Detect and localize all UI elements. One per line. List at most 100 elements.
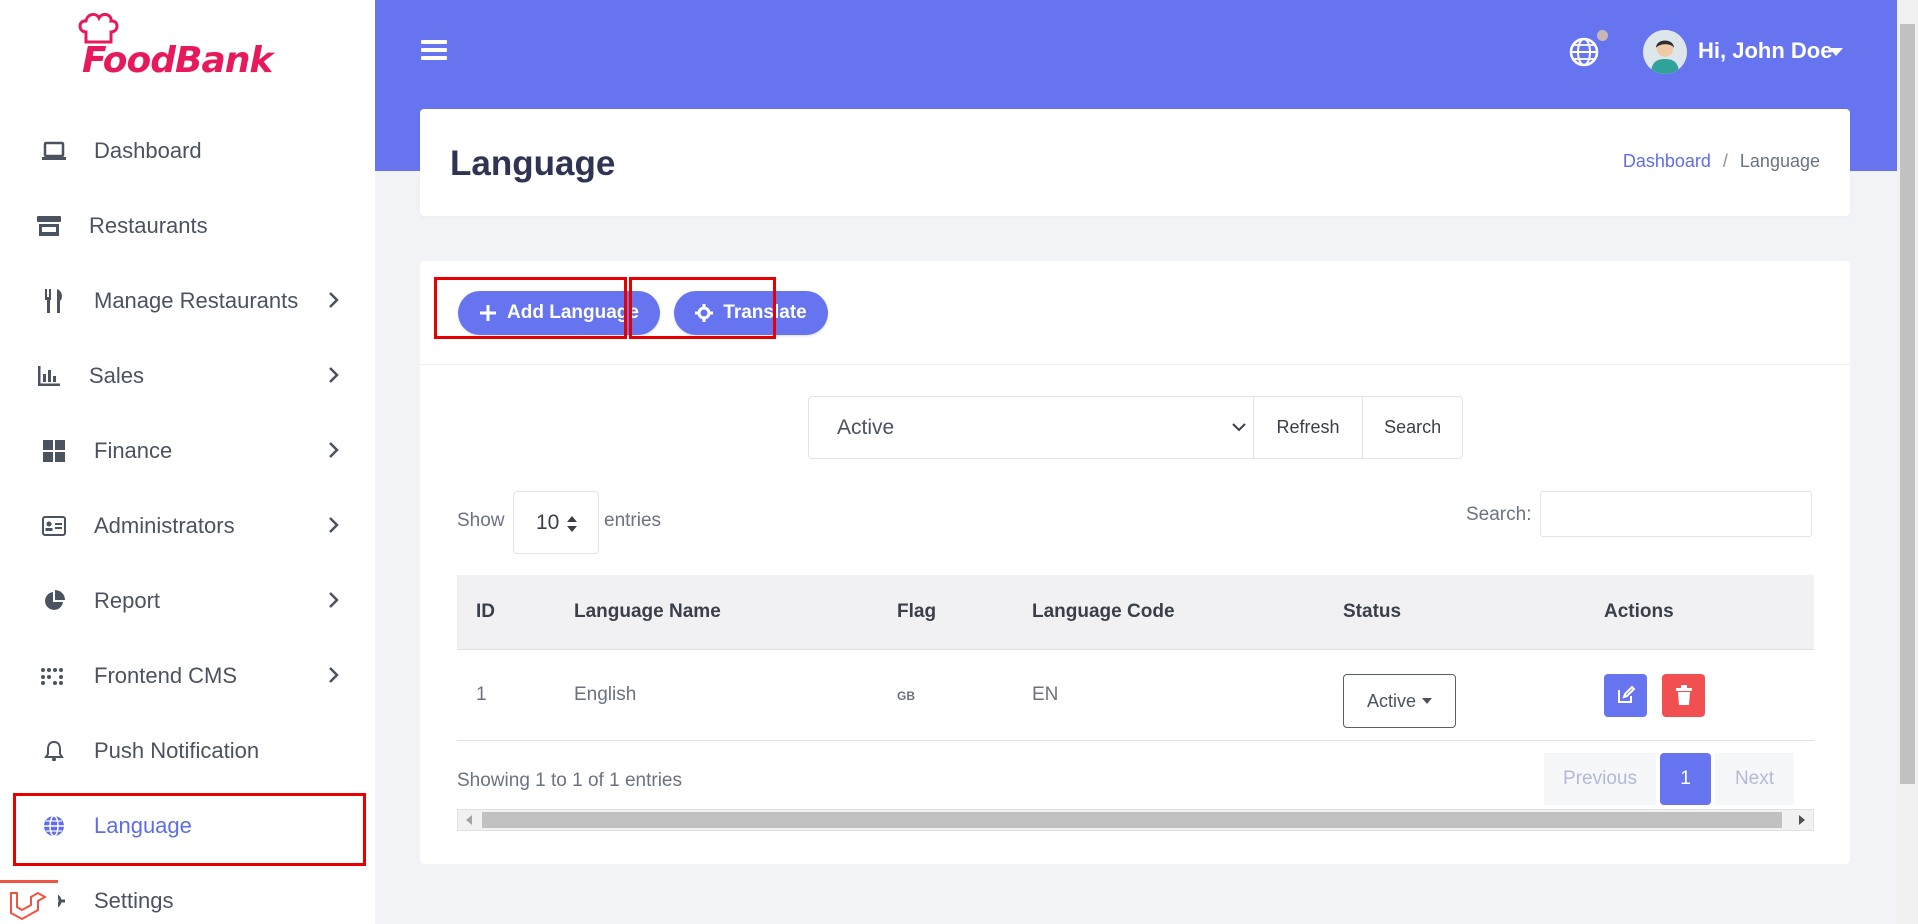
sidebar-item-label: Push Notification — [94, 737, 260, 763]
refresh-button[interactable]: Refresh — [1254, 397, 1364, 458]
divider — [420, 364, 1850, 365]
search-label: Search: — [1466, 504, 1532, 525]
sidebar-item-label: Administrators — [94, 512, 235, 538]
laravel-debug-icon[interactable] — [0, 880, 58, 924]
foodbank-logo[interactable]: FoodBank — [72, 12, 292, 82]
scrollbar-thumb[interactable] — [1900, 24, 1915, 784]
trash-icon — [1675, 685, 1692, 705]
sidebar-item-push-notification[interactable]: Push Notification — [0, 713, 375, 788]
chevron-right-icon — [329, 367, 339, 383]
sidebar-item-label: Frontend CMS — [94, 662, 238, 688]
scrollbar-thumb[interactable] — [482, 812, 1782, 828]
cell-flag: GB — [897, 684, 1032, 706]
next-page-button[interactable]: Next — [1715, 753, 1794, 805]
caret-down-icon — [1422, 698, 1433, 704]
status-value: Active — [1366, 690, 1417, 711]
scroll-left-arrow-icon[interactable] — [466, 815, 472, 825]
language-globe-icon[interactable] — [1568, 36, 1600, 68]
sidebar-item-label: Settings — [94, 887, 174, 913]
chevron-right-icon — [329, 517, 339, 533]
cell-actions — [1604, 673, 1814, 717]
highlight-language-nav — [13, 793, 366, 866]
scroll-right-arrow-icon[interactable] — [1799, 815, 1805, 825]
edit-icon — [1617, 685, 1635, 703]
status-filter-value: Active — [837, 415, 895, 439]
table-info: Showing 1 to 1 of 1 entries — [457, 770, 682, 791]
sidebar-item-manage-restaurants[interactable]: Manage Restaurants — [0, 263, 375, 338]
entries-label: entries — [604, 510, 662, 531]
chevron-right-icon — [329, 442, 339, 458]
breadcrumb-separator: / — [1722, 151, 1728, 171]
search-button[interactable]: Search — [1363, 397, 1462, 458]
column-header-language-code[interactable]: Language Code — [1032, 601, 1343, 623]
sidebar-item-restaurants[interactable]: Restaurants — [0, 188, 375, 263]
chevron-right-icon — [329, 592, 339, 608]
table-header-row: ID Language Name Flag Language Code Stat… — [457, 575, 1814, 650]
page-1-button[interactable]: 1 — [1660, 753, 1711, 805]
vertical-scrollbar[interactable] — [1897, 0, 1918, 924]
language-table: ID Language Name Flag Language Code Stat… — [457, 575, 1814, 741]
table-search-input[interactable] — [1540, 491, 1812, 537]
utensils-icon — [40, 287, 68, 315]
bar-chart-icon — [35, 362, 63, 390]
sidebar-item-label: Finance — [94, 437, 173, 463]
sidebar-item-sales[interactable]: Sales — [0, 338, 375, 413]
status-dropdown[interactable]: Active — [1343, 674, 1456, 728]
sidebar-item-label: Restaurants — [89, 212, 208, 238]
chevron-right-icon — [329, 292, 339, 308]
chevron-right-icon — [329, 667, 339, 683]
column-header-id[interactable]: ID — [457, 601, 574, 623]
sidebar-item-dashboard[interactable]: Dashboard — [0, 113, 375, 188]
flag-gb-icon: GB — [897, 689, 915, 703]
sidebar-item-label: Report — [94, 587, 161, 613]
sidebar-item-frontend-cms[interactable]: Frontend CMS — [0, 638, 375, 713]
edit-button[interactable] — [1604, 673, 1647, 717]
page-header-card: Language Dashboard / Language — [420, 109, 1850, 216]
column-header-flag[interactable]: Flag — [897, 601, 1032, 623]
highlight-add-language — [434, 277, 627, 339]
sidebar-item-report[interactable]: Report — [0, 563, 375, 638]
show-label: Show — [457, 510, 505, 531]
cell-id: 1 — [476, 684, 487, 705]
sidebar-item-administrators[interactable]: Administrators — [0, 488, 375, 563]
logo-text: FoodBank — [82, 40, 273, 81]
status-filter-select[interactable]: Active — [809, 397, 1254, 458]
cell-language-name: English — [574, 684, 637, 705]
highlight-translate — [629, 277, 776, 339]
column-header-actions: Actions — [1604, 601, 1674, 622]
breadcrumb: Dashboard / Language — [1623, 151, 1820, 172]
table-row: 1 English GB EN Active — [457, 650, 1814, 741]
id-card-icon — [40, 512, 68, 540]
avatar[interactable] — [1643, 30, 1687, 74]
store-icon — [35, 212, 63, 240]
notification-dot — [1597, 30, 1608, 41]
sidebar-item-label: Dashboard — [94, 137, 202, 163]
page-title: Language — [450, 144, 616, 183]
entries-per-page-select[interactable]: 10 — [513, 491, 599, 554]
caret-down-icon[interactable] — [1829, 48, 1843, 56]
sidebar-item-label: Manage Restaurants — [94, 287, 299, 313]
column-header-status[interactable]: Status — [1343, 601, 1604, 623]
pagination: Previous 1 Next — [1544, 753, 1794, 805]
previous-page-button[interactable]: Previous — [1544, 753, 1656, 805]
breadcrumb-home-link[interactable]: Dashboard — [1623, 151, 1711, 171]
delete-button[interactable] — [1662, 673, 1706, 717]
column-header-language-name[interactable]: Language Name — [574, 601, 897, 623]
chevron-down-icon — [1231, 423, 1246, 432]
sort-arrows-icon — [567, 516, 577, 532]
cell-language-code: EN — [1032, 684, 1059, 705]
bell-icon — [40, 737, 68, 765]
entries-value: 10 — [536, 510, 560, 534]
user-menu-toggle[interactable]: Hi, John Doe — [1698, 38, 1832, 64]
pie-chart-icon — [40, 587, 68, 615]
grid-icon — [40, 437, 68, 465]
cell-status: Active — [1343, 662, 1604, 728]
hamburger-menu-icon[interactable] — [421, 38, 447, 62]
status-filter-group: Active Refresh Search — [808, 396, 1463, 459]
language-list-card: Add Language Translate Active Refresh Se… — [420, 261, 1850, 864]
sidebar-item-finance[interactable]: Finance — [0, 413, 375, 488]
dots-grid-icon — [40, 662, 68, 690]
sidebar-item-label: Sales — [89, 362, 145, 388]
sidebar: FoodBank Dashboard Restaurants Manage Re… — [0, 0, 375, 924]
horizontal-scrollbar[interactable] — [457, 809, 1814, 831]
